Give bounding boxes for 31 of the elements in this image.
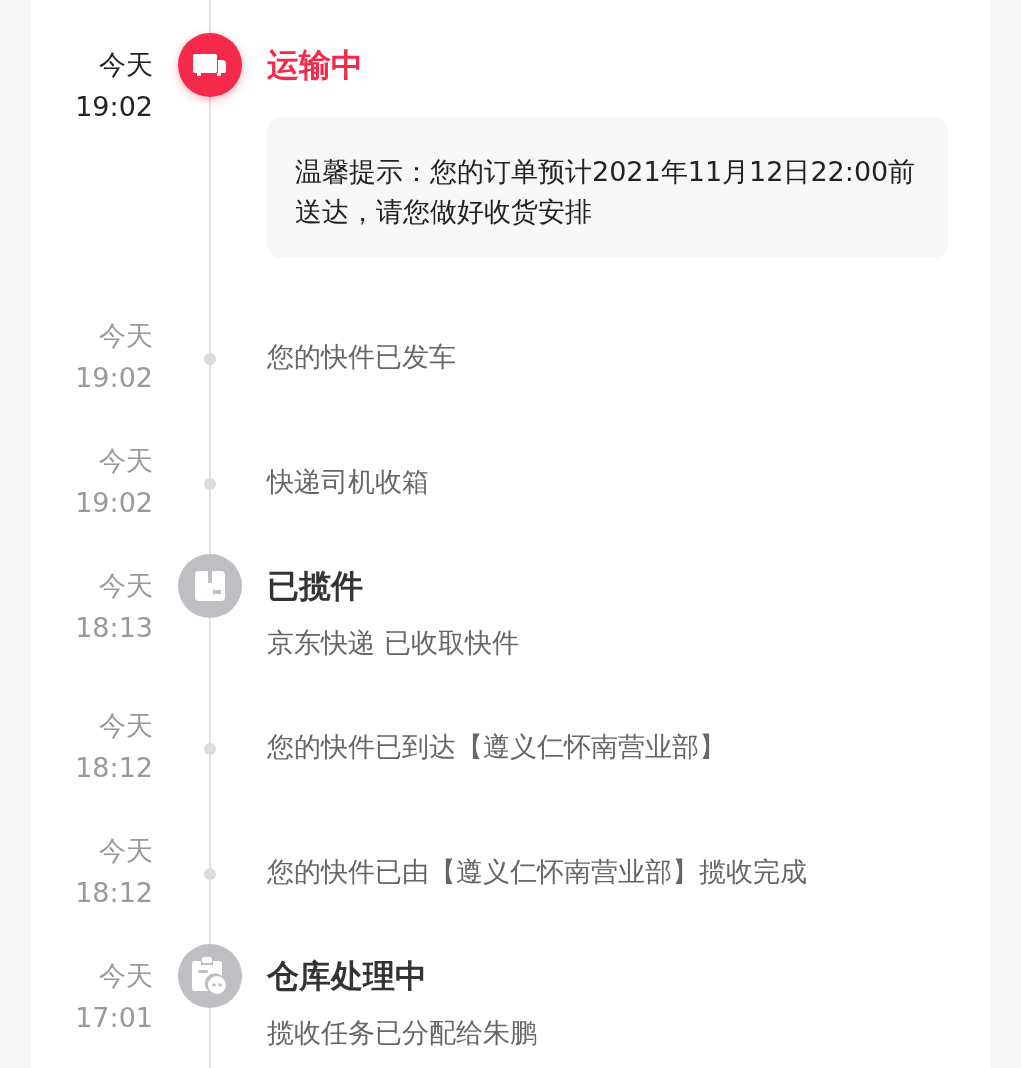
timeline-dot	[204, 868, 216, 880]
event-text: 您的快件已发车	[267, 340, 456, 374]
tip-note: 温馨提示：您的订单预计2021年11月12日22:00前送达，请您做好收货安排	[267, 117, 948, 258]
status-description: 京东快递 已收取快件	[267, 626, 520, 660]
timeline-dot	[204, 743, 216, 755]
date-label: 今天	[99, 709, 153, 743]
time-label: 19:02	[75, 486, 153, 520]
time-label: 18:13	[75, 611, 153, 645]
event-text: 您的快件已由【遵义仁怀南营业部】揽收完成	[267, 855, 807, 889]
date-label: 今天	[99, 444, 153, 478]
status-title: 仓库处理中	[267, 956, 428, 997]
time-label: 18:12	[75, 876, 153, 910]
date-label: 今天	[99, 319, 153, 353]
box-icon	[195, 571, 225, 601]
event-text: 快递司机收箱	[267, 465, 429, 499]
time-label: 19:02	[75, 361, 153, 395]
date-label: 今天	[99, 959, 153, 993]
clipboard-icon	[192, 957, 228, 995]
date-label: 今天	[99, 48, 153, 82]
date-label: 今天	[99, 834, 153, 868]
status-description: 揽收任务已分配给朱鹏	[267, 1016, 538, 1050]
time-label: 18:12	[75, 751, 153, 785]
status-title: 运输中	[267, 45, 364, 86]
timeline-dot	[204, 478, 216, 490]
time-label: 19:02	[75, 90, 153, 124]
time-label: 17:01	[75, 1001, 153, 1035]
status-title: 已揽件	[267, 566, 364, 607]
event-text: 您的快件已到达【遵义仁怀南营业部】	[267, 730, 726, 764]
truck-icon	[193, 52, 227, 78]
date-label: 今天	[99, 569, 153, 603]
timeline-dot	[204, 353, 216, 365]
